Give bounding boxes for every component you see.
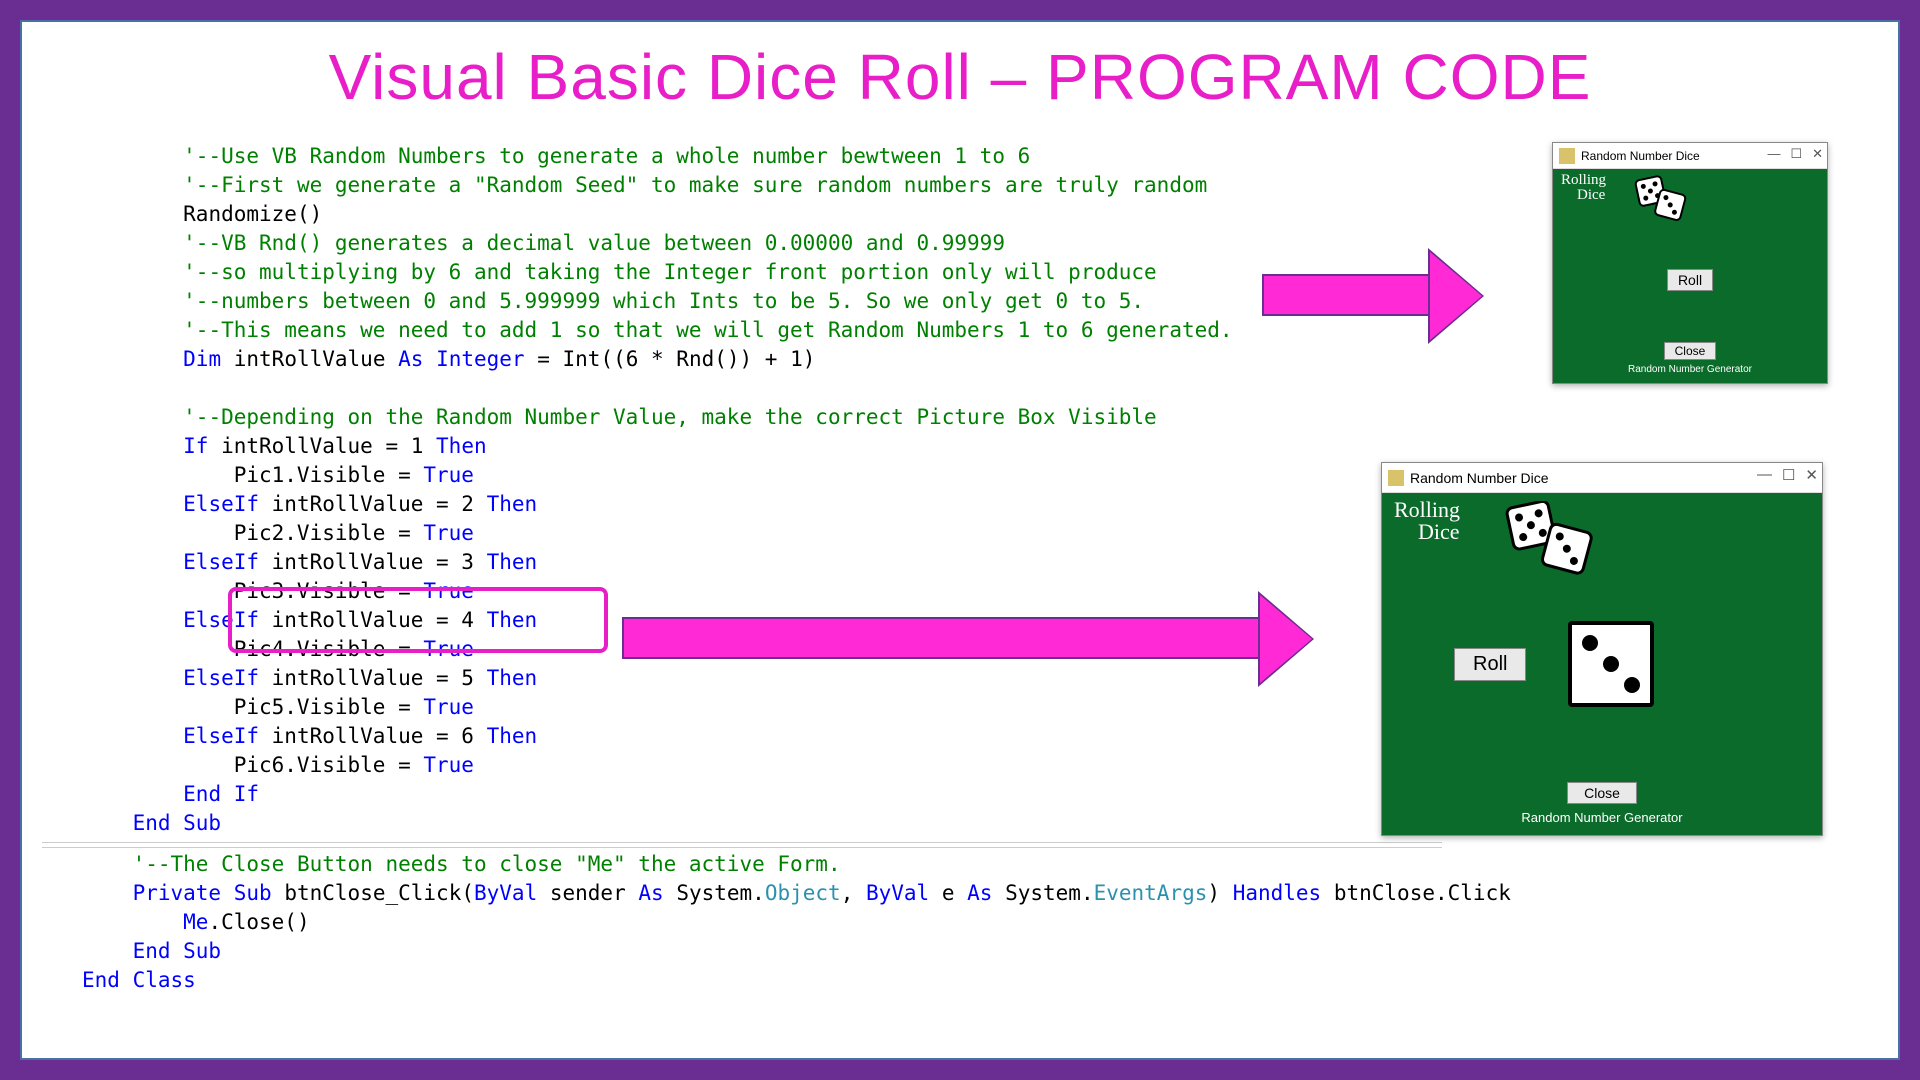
app-icon	[1559, 148, 1575, 164]
code-block-2: '--The Close Button needs to close "Me" …	[82, 850, 1878, 995]
close-icon[interactable]: ✕	[1805, 466, 1818, 484]
close-button[interactable]: Close	[1664, 342, 1717, 360]
minimize-icon[interactable]: —	[1767, 146, 1780, 162]
slide-title: Visual Basic Dice Roll – PROGRAM CODE	[22, 40, 1898, 114]
logo-text: Rolling	[1394, 499, 1460, 521]
close-button[interactable]: Close	[1567, 782, 1637, 804]
dice-icon	[1498, 501, 1598, 581]
app-window-small: Random Number Dice — ☐ ✕ Rolling Dice	[1552, 142, 1828, 384]
generator-label: Random Number Generator	[1521, 810, 1682, 825]
roll-button[interactable]: Roll	[1667, 269, 1713, 291]
logo-text-2: Dice	[1577, 188, 1606, 203]
generator-label: Random Number Generator	[1628, 364, 1752, 375]
app-title: Random Number Dice	[1581, 149, 1700, 163]
app-window-large: Random Number Dice — ☐ ✕ Rolling Dice	[1381, 462, 1823, 836]
app-icon	[1388, 470, 1404, 486]
logo-text-2: Dice	[1418, 521, 1460, 543]
app-title: Random Number Dice	[1410, 470, 1549, 486]
logo-text: Rolling	[1561, 173, 1606, 188]
close-icon[interactable]: ✕	[1812, 146, 1823, 162]
minimize-icon[interactable]: —	[1757, 466, 1772, 484]
highlight-box	[228, 587, 608, 653]
maximize-icon[interactable]: ☐	[1782, 466, 1795, 484]
app-titlebar: Random Number Dice — ☐ ✕	[1382, 463, 1822, 493]
app-titlebar: Random Number Dice — ☐ ✕	[1553, 143, 1827, 169]
maximize-icon[interactable]: ☐	[1790, 146, 1802, 162]
dice-icon	[1629, 175, 1689, 225]
roll-button[interactable]: Roll	[1454, 648, 1526, 681]
die-result	[1568, 621, 1654, 707]
